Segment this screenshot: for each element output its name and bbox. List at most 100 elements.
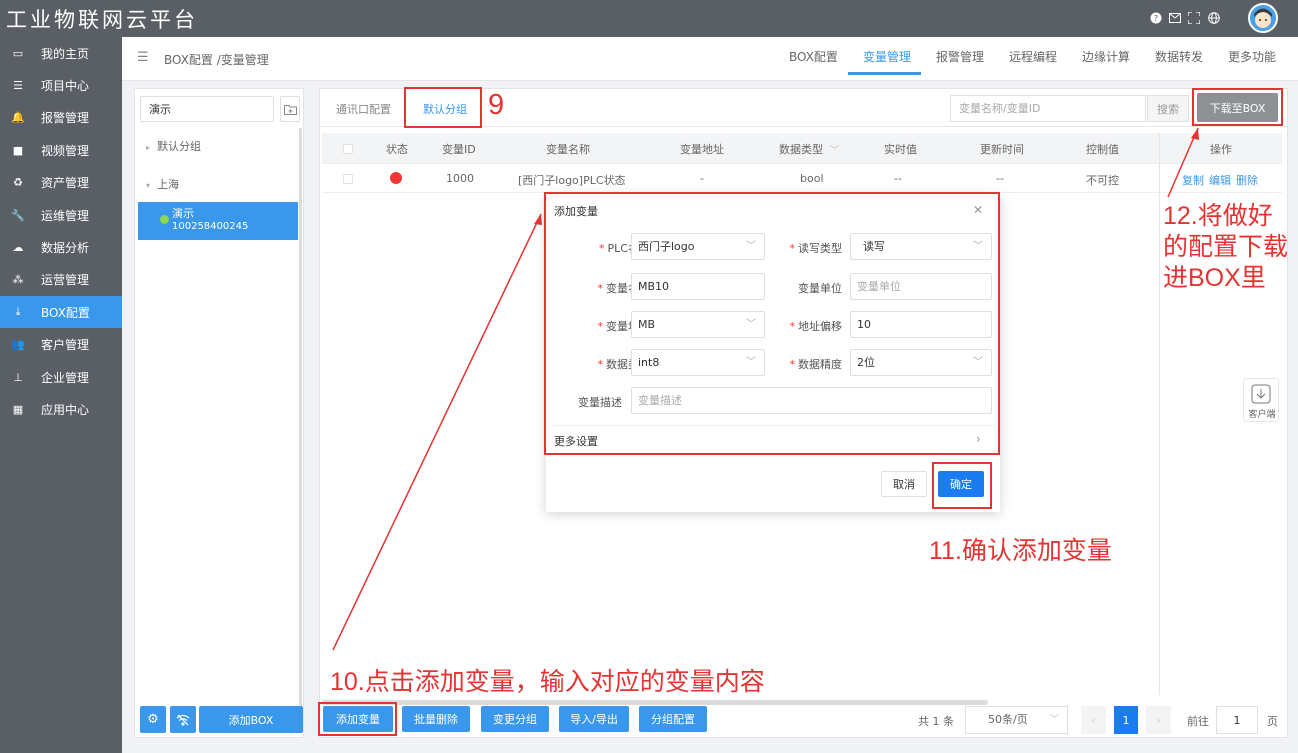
col-realtime: 实时值 [884, 143, 917, 156]
tab-box-config[interactable]: BOX配置 [789, 48, 838, 65]
sidebar-item-9[interactable]: ⤓ BOX配置 [0, 296, 122, 329]
tab-remote-programming[interactable]: 远程编程 [1009, 48, 1057, 65]
total-count: 共 1 条 [918, 715, 954, 728]
sidebar-item-5[interactable]: ♻ 资产管理 [0, 167, 122, 199]
sidebar-item-label: 项目中心 [41, 78, 90, 93]
chevron-down-icon: ﹀ [1049, 715, 1059, 725]
change-group-button[interactable]: 变更分组 [481, 706, 549, 732]
cell-realtime: -- [894, 172, 902, 185]
col-control: 控制值 [1086, 143, 1119, 156]
tab-edge-computing[interactable]: 边缘计算 [1082, 48, 1130, 65]
tab-variable-management[interactable]: 变量管理 [863, 48, 911, 65]
breadcrumb: BOX配置 /变量管理 [164, 53, 269, 67]
col-var-name: 变量名称 [546, 143, 590, 156]
annotation-step-10: 10.点击添加变量，输入对应的变量内容 [330, 668, 765, 696]
annotation-step-12: 12.将做好 的配置下载 进BOX里 [1163, 202, 1289, 292]
next-page-button[interactable]: › [1146, 706, 1171, 734]
sidebar-item-7[interactable]: ☁ 数据分析 [0, 231, 122, 263]
list-icon: ☰ [13, 78, 23, 92]
mail-icon[interactable] [1167, 10, 1183, 26]
tree-node-default-group[interactable]: ▸ 默认分组 [146, 138, 201, 154]
goto-label: 前往 [1187, 715, 1209, 728]
recycle-icon: ♻ [13, 176, 23, 190]
fixed-column-divider [1159, 133, 1160, 695]
tab-alarm-management[interactable]: 报警管理 [936, 48, 984, 65]
help-icon[interactable]: ? [1148, 10, 1164, 26]
cell-var-id: 1000 [446, 172, 474, 185]
sidebar-item-label: 运维管理 [41, 208, 90, 223]
cell-var-name: [西门子logo]PLC状态 [518, 174, 626, 187]
delete-link[interactable]: 删除 [1236, 172, 1258, 188]
batch-delete-button[interactable]: 批量删除 [402, 706, 470, 732]
group-config-button[interactable]: 分组配置 [639, 706, 707, 732]
sidebar-item-4[interactable]: ■ 视频管理 [0, 134, 122, 166]
page-unit-label: 页 [1267, 715, 1278, 728]
annotation-box-add-variable [318, 702, 397, 736]
sidebar-item-label: 企业管理 [41, 370, 90, 385]
download-icon: ⤓ [15, 305, 21, 319]
avatar[interactable] [1248, 3, 1278, 33]
sidebar-item-2[interactable]: ☰ 项目中心 [0, 69, 122, 101]
chart-icon: ☁ [12, 240, 24, 254]
import-export-button[interactable]: 导入/导出 [559, 706, 629, 732]
prev-page-button[interactable]: ‹ [1081, 706, 1106, 734]
globe-icon[interactable] [1206, 10, 1222, 26]
search-input[interactable]: 变量名称/变量ID [950, 95, 1146, 122]
cell-control: 不可控 [1086, 174, 1119, 187]
tree-node-demo-id: 100258400245 [172, 221, 249, 232]
online-status-dot [160, 215, 169, 224]
status-dot [390, 172, 402, 184]
select-all-checkbox[interactable] [343, 144, 353, 154]
sidebar-item-11[interactable]: ⊥ 企业管理 [0, 361, 122, 393]
chevron-down-icon: ﹀ [830, 146, 840, 156]
client-download-widget[interactable]: 客户端 [1243, 378, 1279, 422]
col-actions: 操作 [1210, 143, 1232, 156]
caret-down-icon: ▾ [146, 181, 151, 190]
sitemap-icon: ⊥ [13, 370, 23, 384]
active-tab-indicator [848, 72, 921, 75]
col-data-type[interactable]: 数据类型 ﹀ [779, 141, 839, 157]
col-updated: 更新时间 [980, 143, 1024, 156]
annotation-step-11: 11.确认添加变量 [929, 537, 1112, 565]
fullscreen-icon[interactable] [1186, 10, 1202, 26]
add-box-button[interactable]: 添加BOX [199, 706, 303, 733]
row-checkbox[interactable] [343, 174, 353, 184]
tab-more-features[interactable]: 更多功能 [1228, 48, 1276, 65]
cell-var-address: - [700, 172, 704, 185]
sidebar-item-10[interactable]: 👥 客户管理 [0, 329, 122, 361]
grid-icon: ▦ [12, 402, 24, 416]
tree-scrollbar[interactable] [299, 128, 302, 708]
add-folder-icon[interactable] [280, 96, 300, 122]
edit-link[interactable]: 编辑 [1209, 172, 1231, 188]
annotation-box-confirm [932, 462, 992, 509]
sidebar-item-label: 数据分析 [41, 240, 90, 255]
sidebar-item-3[interactable]: 🔔 报警管理 [0, 102, 122, 134]
sidebar-item-label: 客户管理 [41, 338, 90, 353]
subtab-port-config[interactable]: 通讯口配置 [336, 101, 391, 117]
sidebar-item-12[interactable]: ▦ 应用中心 [0, 393, 122, 425]
goto-page-input[interactable]: 1 [1216, 706, 1258, 734]
gear-icon: ⚙ [147, 712, 159, 727]
bell-icon: 🔔 [11, 111, 25, 125]
col-var-id: 变量ID [442, 143, 476, 156]
sidebar-item-6[interactable]: 🔧 运维管理 [0, 199, 122, 231]
horizontal-scrollbar[interactable] [322, 700, 988, 705]
menu-toggle-icon[interactable]: ☰ [137, 50, 149, 65]
page-number[interactable]: 1 [1114, 706, 1138, 734]
sidebar-item-1[interactable]: ▭ 我的主页 [0, 37, 122, 69]
tree-search-input[interactable]: 演示 [140, 96, 274, 122]
annotation-box-form [544, 192, 1000, 455]
row-divider [322, 163, 1282, 164]
wifi-off-button[interactable] [170, 706, 196, 733]
cancel-button[interactable]: 取消 [881, 471, 927, 497]
page-size-select[interactable]: 50条/页 ﹀ [965, 706, 1068, 734]
tab-data-forwarding[interactable]: 数据转发 [1155, 48, 1203, 65]
sidebar-item-label: 报警管理 [41, 111, 90, 126]
copy-link[interactable]: 复制 [1182, 172, 1204, 188]
tree-node-shanghai[interactable]: ▾ 上海 [146, 176, 179, 192]
settings-button[interactable]: ⚙ [140, 706, 166, 733]
sidebar-item-label: 资产管理 [41, 176, 90, 191]
sidebar-item-label: 运营管理 [41, 273, 90, 288]
sidebar-item-8[interactable]: ⁂ 运营管理 [0, 264, 122, 296]
search-button[interactable]: 搜索 [1147, 95, 1189, 122]
